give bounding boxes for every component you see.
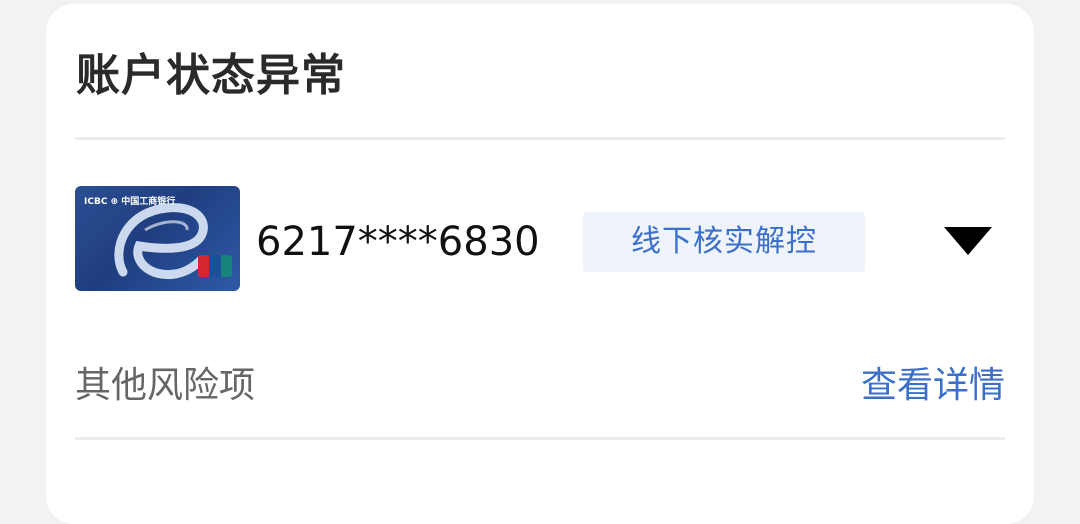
status-tag[interactable]: 线下核实解控	[583, 212, 865, 272]
section-title: 账户状态异常	[76, 50, 346, 101]
divider	[75, 437, 1005, 440]
account-row[interactable]: ICBC ⊕ 中国工商银行 6217****6830 线下核实解控	[75, 186, 1005, 292]
view-details-link[interactable]: 查看详情	[861, 360, 1005, 412]
divider	[75, 137, 1005, 140]
bank-card-image: ICBC ⊕ 中国工商银行	[75, 186, 240, 291]
unionpay-logo	[198, 255, 232, 277]
other-risk-row[interactable]: 其他风险项 查看详情	[75, 354, 1005, 414]
account-status-card: 账户状态异常 ICBC ⊕ 中国工商银行 6217****6830 线下核实解控…	[46, 4, 1034, 524]
other-risk-label: 其他风险项	[75, 365, 256, 406]
triangle-down-icon[interactable]	[943, 226, 993, 256]
card-number: 6217****6830	[256, 219, 540, 265]
